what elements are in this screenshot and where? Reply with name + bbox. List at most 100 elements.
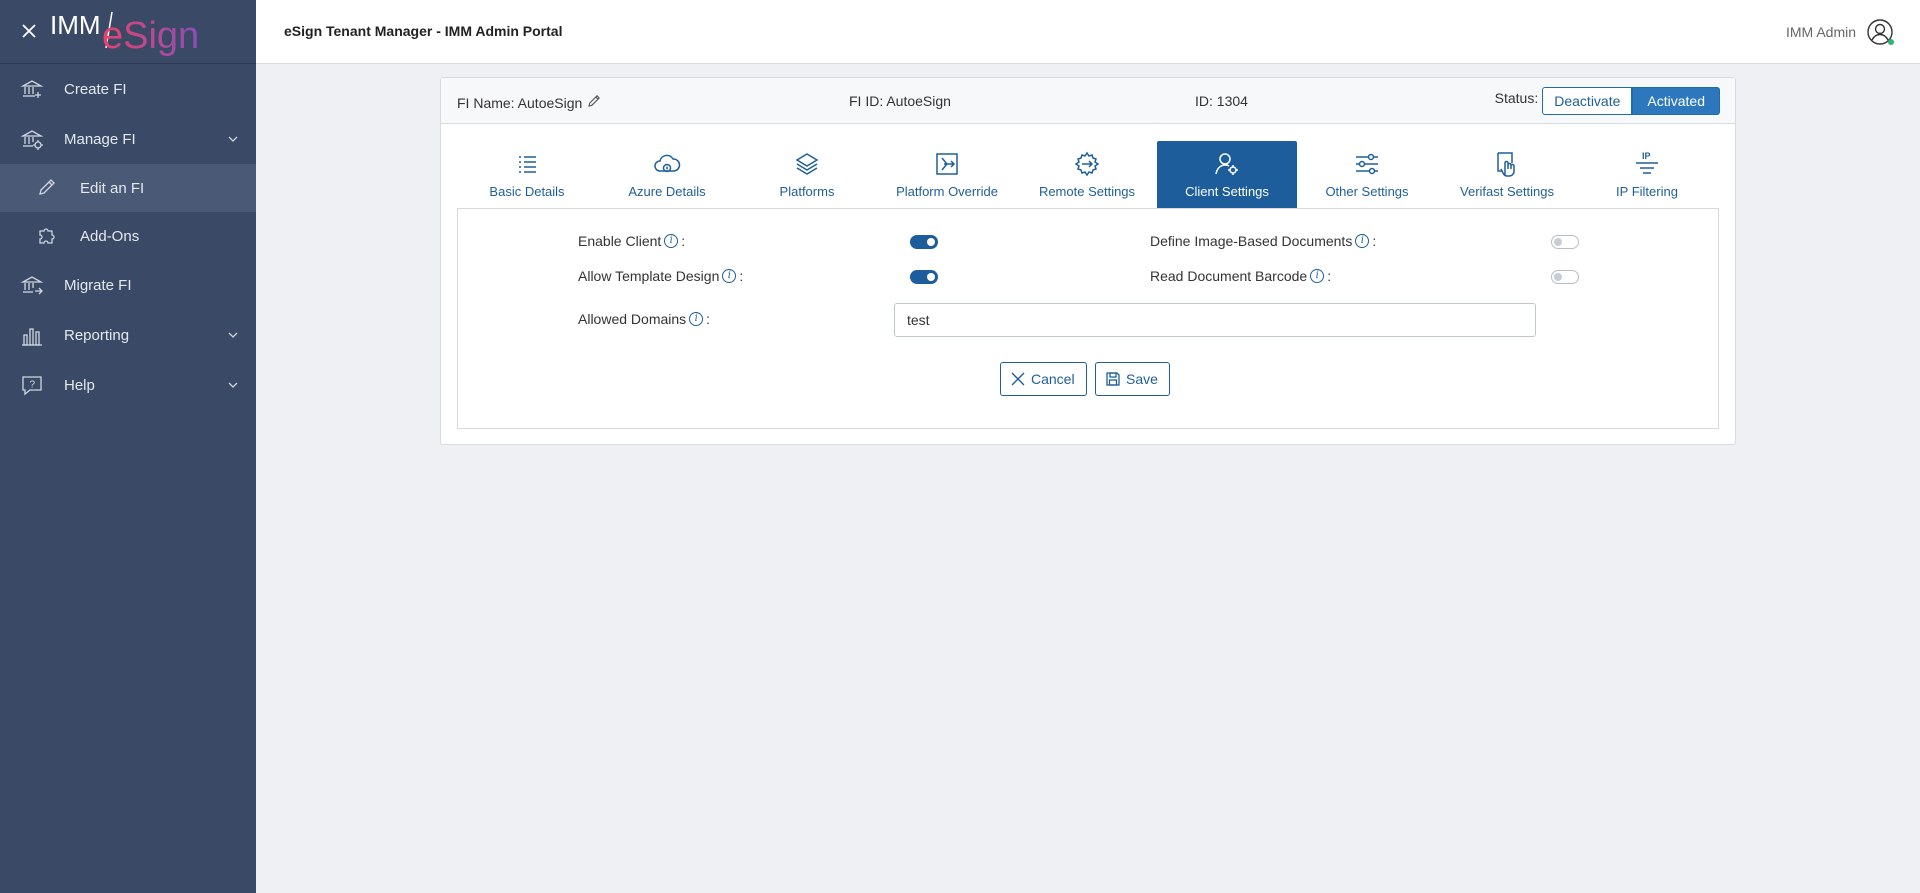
info-icon[interactable]: i (1310, 269, 1325, 283)
deactivate-button[interactable]: Deactivate (1542, 87, 1633, 115)
info-icon[interactable]: i (689, 312, 704, 326)
override-icon (932, 149, 962, 179)
enable-client-label: Enable Client i : (578, 233, 685, 249)
tab-label: IP Filtering (1616, 184, 1678, 199)
save-label: Save (1126, 371, 1158, 387)
field-label: Read Document Barcode (1150, 268, 1308, 284)
fi-id: FI ID: AutoeSign (849, 93, 951, 109)
field-label: Allow Template Design (578, 268, 720, 284)
chevron-down-icon (226, 328, 240, 342)
sidebar-item-label: Create FI (64, 80, 127, 98)
layers-icon (792, 149, 822, 179)
cloud-icon (652, 149, 682, 179)
field-label: Enable Client (578, 233, 662, 249)
tab-ip-filtering[interactable]: IP IP Filtering (1577, 141, 1717, 208)
read-document-barcode-label: Read Document Barcode i : (1150, 268, 1331, 284)
app-title: eSign Tenant Manager - IMM Admin Portal (284, 23, 563, 39)
sidebar-item-manage-fi[interactable]: Manage FI (0, 114, 256, 164)
tab-other-settings[interactable]: Other Settings (1297, 141, 1437, 208)
status-label: Status: (1494, 90, 1539, 106)
tab-label: Azure Details (628, 184, 706, 199)
sidebar-item-edit-fi[interactable]: Edit an FI (0, 164, 256, 212)
record-id: ID: 1304 (1195, 93, 1248, 109)
sidebar-header: IMM eSign (0, 0, 256, 64)
colon: : (681, 233, 686, 249)
sidebar-item-label: Migrate FI (64, 276, 132, 294)
svg-text:IMM: IMM (50, 10, 101, 40)
remote-gear-icon (1072, 149, 1102, 179)
activated-button[interactable]: Activated (1632, 87, 1720, 115)
floppy-disk-icon (1106, 372, 1120, 386)
fi-editor-card: FI Name: AutoeSign FI ID: AutoeSign ID: … (440, 77, 1736, 445)
sidebar-item-label: Add-Ons (80, 227, 140, 245)
user-avatar-icon[interactable] (1866, 18, 1894, 46)
enable-client-toggle[interactable] (910, 235, 938, 249)
imm-esign-logo: IMM eSign (50, 10, 199, 56)
bank-gear-icon (20, 127, 44, 151)
tab-remote-settings[interactable]: Remote Settings (1017, 141, 1157, 208)
info-icon[interactable]: i (664, 234, 679, 248)
settings-tabs: Basic Details Azure Details Platforms Pl… (457, 141, 1719, 208)
tab-azure-details[interactable]: Azure Details (597, 141, 737, 208)
tab-label: Basic Details (489, 184, 565, 199)
sidebar-item-migrate-fi[interactable]: Migrate FI (0, 260, 256, 310)
allowed-domains-label: Allowed Domains i : (578, 311, 710, 327)
sidebar-item-label: Reporting (64, 326, 130, 344)
sidebar: IMM eSign Create FI Manage FI Edit an FI… (0, 0, 256, 893)
tab-label: Verifast Settings (1460, 184, 1554, 199)
allowed-domains-input[interactable] (894, 303, 1536, 337)
cancel-label: Cancel (1031, 371, 1075, 387)
sidebar-item-add-ons[interactable]: Add-Ons (0, 212, 256, 260)
cancel-button[interactable]: Cancel (1000, 362, 1087, 396)
status-group: Status: Deactivate Activated (1495, 87, 1720, 115)
help-bubble-icon: ? (20, 373, 44, 397)
svg-text:eSign: eSign (102, 15, 199, 56)
tab-platform-override[interactable]: Platform Override (877, 141, 1017, 208)
ip-filter-icon: IP (1632, 149, 1662, 179)
sidebar-item-label: Help (64, 376, 95, 394)
close-icon[interactable] (18, 20, 40, 42)
colon: : (706, 311, 711, 327)
bank-plus-icon (20, 77, 44, 101)
svg-text:?: ? (30, 380, 36, 391)
read-document-barcode-toggle[interactable] (1551, 270, 1579, 284)
pencil-icon (36, 176, 58, 198)
field-label: Define Image-Based Documents (1150, 233, 1353, 249)
info-icon[interactable]: i (722, 269, 737, 283)
chevron-down-icon (226, 132, 240, 146)
colon: : (1372, 233, 1377, 249)
tab-basic-details[interactable]: Basic Details (457, 141, 597, 208)
sliders-icon (1352, 149, 1382, 179)
user-menu[interactable]: IMM Admin (1786, 18, 1894, 46)
save-button[interactable]: Save (1095, 362, 1170, 396)
sidebar-item-create-fi[interactable]: Create FI (0, 64, 256, 114)
colon: : (1327, 268, 1332, 284)
tab-label: Remote Settings (1038, 184, 1136, 199)
define-image-based-documents-toggle[interactable] (1551, 235, 1579, 249)
colon: : (739, 268, 744, 284)
edit-pencil-icon[interactable] (586, 93, 602, 112)
bank-arrow-icon (20, 273, 44, 297)
client-settings-panel: Enable Client i : Allow Template Design … (457, 208, 1719, 429)
bar-chart-icon (20, 323, 44, 347)
fi-name: FI Name: AutoeSign (457, 93, 602, 112)
fi-name-label: FI Name: AutoeSign (457, 94, 583, 111)
define-image-based-documents-label: Define Image-Based Documents i : (1150, 233, 1376, 249)
tab-verifast-settings[interactable]: Verifast Settings (1437, 141, 1577, 208)
list-icon (512, 149, 542, 179)
hand-touch-icon (1492, 149, 1522, 179)
tab-label: Platform Override (896, 184, 998, 199)
user-name: IMM Admin (1785, 24, 1856, 40)
sidebar-item-help[interactable]: ? Help (0, 360, 256, 410)
online-status-dot (1888, 39, 1894, 45)
sidebar-item-label: Manage FI (64, 130, 136, 148)
sidebar-item-reporting[interactable]: Reporting (0, 310, 256, 360)
svg-text:IP: IP (1642, 151, 1651, 161)
tab-label: Client Settings (1185, 184, 1269, 199)
tab-platforms[interactable]: Platforms (737, 141, 877, 208)
close-icon (1011, 372, 1025, 386)
tab-client-settings[interactable]: Client Settings (1157, 141, 1297, 208)
allow-template-design-toggle[interactable] (910, 270, 938, 284)
tab-label: Platforms (779, 184, 835, 199)
info-icon[interactable]: i (1355, 234, 1370, 248)
